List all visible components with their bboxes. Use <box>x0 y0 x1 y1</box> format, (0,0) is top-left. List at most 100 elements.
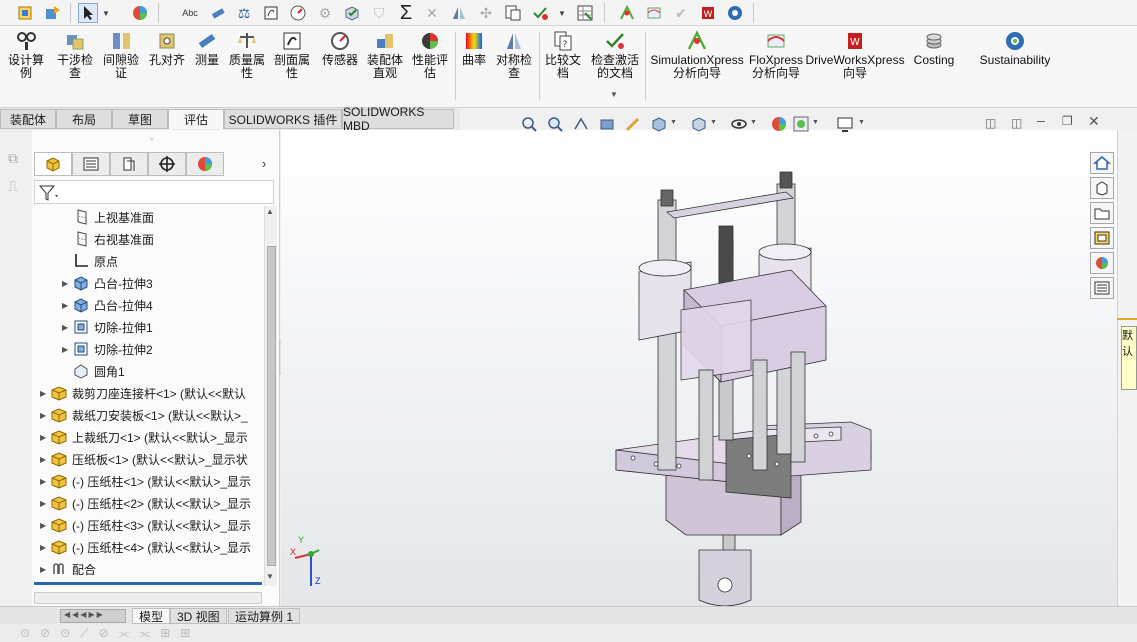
expand-arrow-icon[interactable]: ▶ <box>40 499 50 508</box>
tree-item[interactable]: 圆角1 <box>62 360 125 382</box>
compare-documents-button[interactable]: ? 比较文 档 <box>542 30 584 80</box>
expand-arrow-icon[interactable]: ▶ <box>62 279 72 288</box>
apply-scene-icon[interactable] <box>792 115 810 136</box>
mass-properties-icon[interactable]: ⚖ <box>234 3 254 23</box>
filter-icon[interactable] <box>38 184 60 205</box>
chevron-down-icon[interactable]: ▼ <box>610 90 618 99</box>
tab-feature-manager[interactable] <box>34 152 72 176</box>
zoom-to-fit-icon[interactable] <box>520 115 538 136</box>
restore-icon[interactable]: ❐ <box>1062 114 1073 128</box>
symmetry-check-button[interactable]: 对称检 查 <box>494 30 534 80</box>
sustainability-button[interactable]: Sustainability <box>976 30 1054 67</box>
appearance-icon[interactable] <box>130 3 150 23</box>
view-orientation-icon[interactable]: ⧉ <box>8 150 18 167</box>
design-library-icon[interactable] <box>1090 177 1114 199</box>
clearance-verification-button[interactable]: 间隙验 证 <box>101 30 141 80</box>
view-orientation-icon[interactable] <box>650 115 668 136</box>
tree-item[interactable]: ▶ 凸台-拉伸3 <box>62 272 153 294</box>
hole-alignment-button[interactable]: 孔对齐 <box>146 30 188 67</box>
expand-arrow-icon[interactable]: ▶ <box>40 477 50 486</box>
file-explorer-icon[interactable] <box>1090 202 1114 224</box>
tab-display-manager[interactable] <box>186 152 224 176</box>
chevron-down-icon[interactable]: ▼ <box>100 3 112 23</box>
symmetry-check-icon[interactable] <box>449 3 469 23</box>
section-properties-icon[interactable] <box>261 3 281 23</box>
compare-documents-icon[interactable] <box>503 3 523 23</box>
performance-evaluation-button[interactable]: 性能评 估 <box>410 30 450 80</box>
zoom-to-area-icon[interactable] <box>546 115 564 136</box>
driveworksxpress-icon[interactable]: W <box>698 3 718 23</box>
new-document-icon[interactable] <box>16 3 36 23</box>
assembly-visualization-button[interactable]: 装配体 直观 <box>364 30 406 80</box>
tab-evaluate[interactable]: 评估 <box>168 109 224 129</box>
assembly-visualization-icon[interactable]: ⚙ <box>315 3 335 23</box>
panel-grip-icon[interactable]: ◦ <box>150 134 153 144</box>
expand-arrow-icon[interactable]: ▶ <box>40 565 50 574</box>
expand-arrow-icon[interactable]: ▶ <box>40 389 50 398</box>
check-active-document-button[interactable]: 检查激活 的文档 <box>588 30 642 80</box>
simulationxpress-icon[interactable] <box>617 3 637 23</box>
minimize-icon[interactable]: – <box>1037 112 1045 128</box>
section-properties-button[interactable]: 剖面属 性 <box>272 30 312 80</box>
graphics-area[interactable]: X Y Z <box>281 130 1117 606</box>
sum-icon[interactable]: Σ <box>396 2 416 24</box>
expand-arrow-icon[interactable]: ▶ <box>62 323 72 332</box>
tab-solidworks-mbd[interactable]: SOLIDWORKS MBD <box>342 105 454 133</box>
design-study-button[interactable]: 设计算 例 <box>6 30 46 80</box>
tab-layout[interactable]: 布局 <box>56 109 112 129</box>
chevron-down-icon[interactable]: ▼ <box>812 119 819 126</box>
view-settings-icon[interactable] <box>836 115 854 136</box>
expand-arrow-icon[interactable]: ▶ <box>40 543 50 552</box>
tree-horizontal-scrollbar[interactable] <box>34 592 262 604</box>
tree-item[interactable]: 原点 <box>62 250 118 272</box>
select-arrow-icon[interactable] <box>78 3 98 23</box>
sensor-icon[interactable] <box>288 3 308 23</box>
expand-arrow-icon[interactable]: ▶ <box>40 411 50 420</box>
measure-icon[interactable] <box>208 3 228 23</box>
tile-right-icon[interactable]: ◫ <box>1011 116 1022 130</box>
rebuild-icon[interactable] <box>43 3 63 23</box>
tree-item[interactable]: ▶ 凸台-拉伸4 <box>62 294 153 316</box>
edit-appearance-icon[interactable] <box>770 115 788 136</box>
simulationxpress-button[interactable]: SimulationXpress 分析向导 <box>650 30 744 80</box>
tab-configuration-manager[interactable] <box>110 152 148 176</box>
sensor-button[interactable]: 传感器 <box>318 30 362 67</box>
tree-item[interactable]: 右视基准面 <box>62 228 154 250</box>
tree-item[interactable]: ▶ (-) 压纸柱<2> (默认<<默认>_显示 <box>40 492 251 514</box>
interference-detection-button[interactable]: 干涉检 查 <box>55 30 95 80</box>
display-style-icon[interactable] <box>690 115 708 136</box>
expand-arrow-icon[interactable]: ▶ <box>40 455 50 464</box>
tab-3d-view[interactable]: 3D 视图 <box>170 608 227 624</box>
tile-left-icon[interactable]: ◫ <box>985 116 996 130</box>
scrollbar-thumb[interactable] <box>267 246 276 566</box>
hide-show-items-icon[interactable] <box>730 115 748 136</box>
tab-motion-study[interactable]: 运动算例 1 <box>228 608 301 624</box>
filter-bar[interactable] <box>34 180 274 204</box>
tree-item[interactable]: ▶ (-) 压纸柱<4> (默认<<默认>_显示 <box>40 536 251 558</box>
tree-item[interactable]: ▶ 配合 <box>40 558 96 580</box>
measure-button[interactable]: 测量 <box>190 30 224 67</box>
tab-model[interactable]: 模型 <box>132 608 171 624</box>
tab-sketch[interactable]: 草图 <box>112 109 168 129</box>
dynamic-annotation-icon[interactable] <box>624 115 642 136</box>
tree-item[interactable]: ▶ 切除-拉伸1 <box>62 316 153 338</box>
previous-view-icon[interactable] <box>572 115 590 136</box>
chevron-down-icon[interactable]: ▼ <box>858 119 865 126</box>
costing-button[interactable]: Costing <box>908 30 960 67</box>
spell-check-icon[interactable]: Abc <box>180 3 200 23</box>
scroll-up-icon[interactable]: ▲ <box>266 207 274 216</box>
view-palette-icon[interactable] <box>1090 227 1114 249</box>
chevron-right-icon[interactable]: › <box>262 156 266 171</box>
floxpress-button[interactable]: FloXpress 分析向导 <box>748 30 804 80</box>
tab-dimxpert-manager[interactable] <box>148 152 186 176</box>
tree-item[interactable]: ▶ 上裁纸刀<1> (默认<<默认>_显示 <box>40 426 248 448</box>
tree-item[interactable]: ▶ 切除-拉伸2 <box>62 338 153 360</box>
chevron-down-icon[interactable]: ▼ <box>670 119 677 126</box>
tab-scroll-arrows[interactable]: ◀◀◀▶▶ <box>60 609 126 623</box>
custom-properties-icon[interactable] <box>1090 277 1114 299</box>
tree-item[interactable]: ▶ 裁剪刀座连接杆<1> (默认<<默认 <box>40 382 246 404</box>
tab-assembly[interactable]: 装配体 <box>0 109 56 129</box>
driveworksxpress-button[interactable]: W DriveWorksXpress 向导 <box>805 30 905 80</box>
scroll-down-icon[interactable]: ▼ <box>266 572 274 581</box>
tree-item[interactable]: ▶ (-) 压纸柱<1> (默认<<默认>_显示 <box>40 470 251 492</box>
